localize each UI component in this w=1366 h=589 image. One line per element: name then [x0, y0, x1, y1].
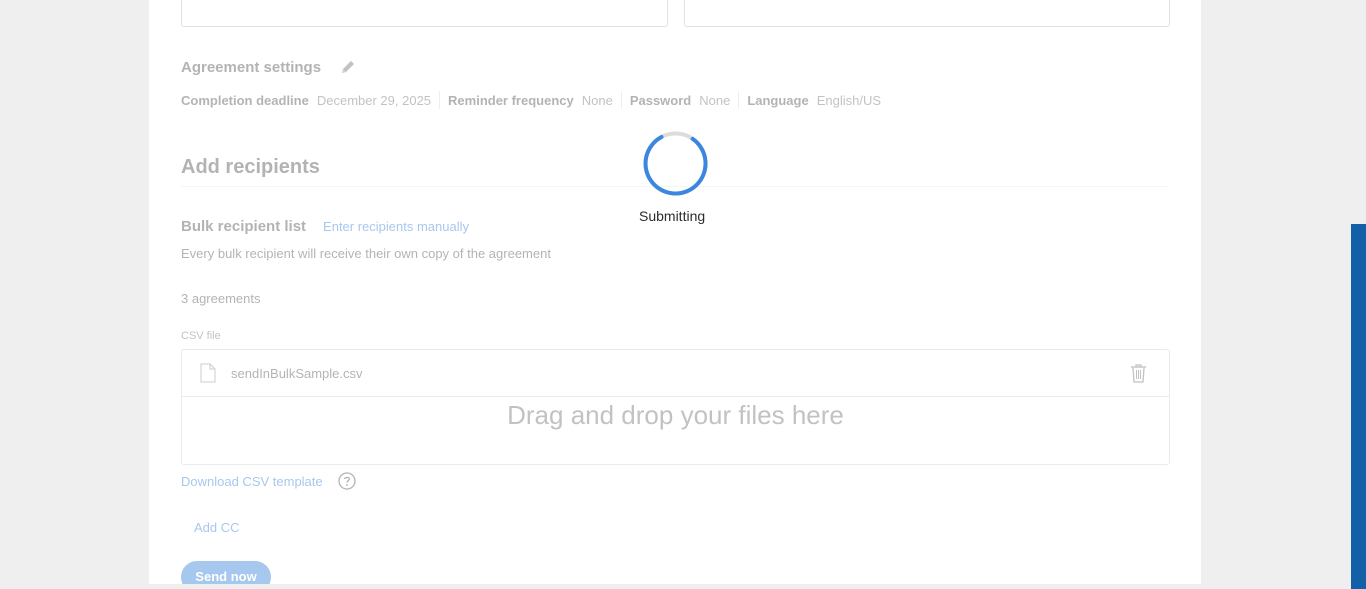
top-left-field[interactable]	[181, 0, 668, 27]
bulk-recipient-label: Bulk recipient list	[181, 218, 307, 235]
add-recipients-title: Add recipients	[181, 156, 320, 178]
agreement-settings-title: Agreement settings	[181, 58, 322, 76]
uploaded-file-row: sendInBulkSample.csv	[182, 350, 1169, 397]
setting-value: English/US	[816, 92, 882, 108]
setting-password[interactable]: Password None	[630, 91, 740, 109]
setting-value: None	[699, 92, 731, 108]
question-circle-icon[interactable]	[337, 472, 356, 490]
bulk-description: Every bulk recipient will receive their …	[181, 246, 551, 261]
file-icon	[200, 363, 216, 383]
spinner-icon	[643, 131, 708, 196]
csv-dropzone[interactable]: sendInBulkSample.csv Drag and drop your …	[181, 349, 1170, 465]
setting-language[interactable]: Language English/US	[747, 91, 889, 109]
setting-key: Password	[629, 92, 692, 108]
pencil-icon[interactable]	[339, 58, 357, 76]
setting-reminder-frequency[interactable]: Reminder frequency None	[448, 91, 622, 109]
main-panel: Agreement settings Completion deadline D…	[149, 0, 1201, 584]
setting-key: Completion deadline	[181, 92, 309, 108]
setting-completion-deadline[interactable]: Completion deadline December 29, 2025	[181, 91, 441, 109]
add-cc-link[interactable]: Add CC	[194, 520, 240, 535]
bulk-recipient-header: Bulk recipient list Enter recipients man…	[181, 218, 469, 235]
side-panel-edge	[1351, 224, 1366, 589]
setting-key: Reminder frequency	[448, 92, 574, 108]
download-csv-template-link[interactable]: Download CSV template	[181, 474, 323, 489]
setting-key: Language	[747, 92, 809, 108]
top-right-field[interactable]	[684, 0, 1170, 27]
submitting-status: Submitting	[639, 208, 706, 224]
send-now-button[interactable]: Send now	[181, 561, 271, 584]
agreement-settings-row: Completion deadline December 29, 2025 Re…	[181, 91, 897, 109]
setting-value: December 29, 2025	[316, 92, 432, 108]
csv-file-label: CSV file	[181, 330, 221, 342]
setting-value: None	[581, 92, 613, 108]
file-name: sendInBulkSample.csv	[231, 365, 363, 381]
trash-icon[interactable]	[1130, 364, 1147, 383]
agreements-count: 3 agreements	[181, 291, 261, 306]
agreement-settings-header: Agreement settings	[181, 58, 357, 76]
download-template-row: Download CSV template	[181, 472, 356, 490]
dropzone-text: Drag and drop your files here	[507, 400, 844, 430]
enter-recipients-manually-link[interactable]: Enter recipients manually	[323, 219, 469, 234]
